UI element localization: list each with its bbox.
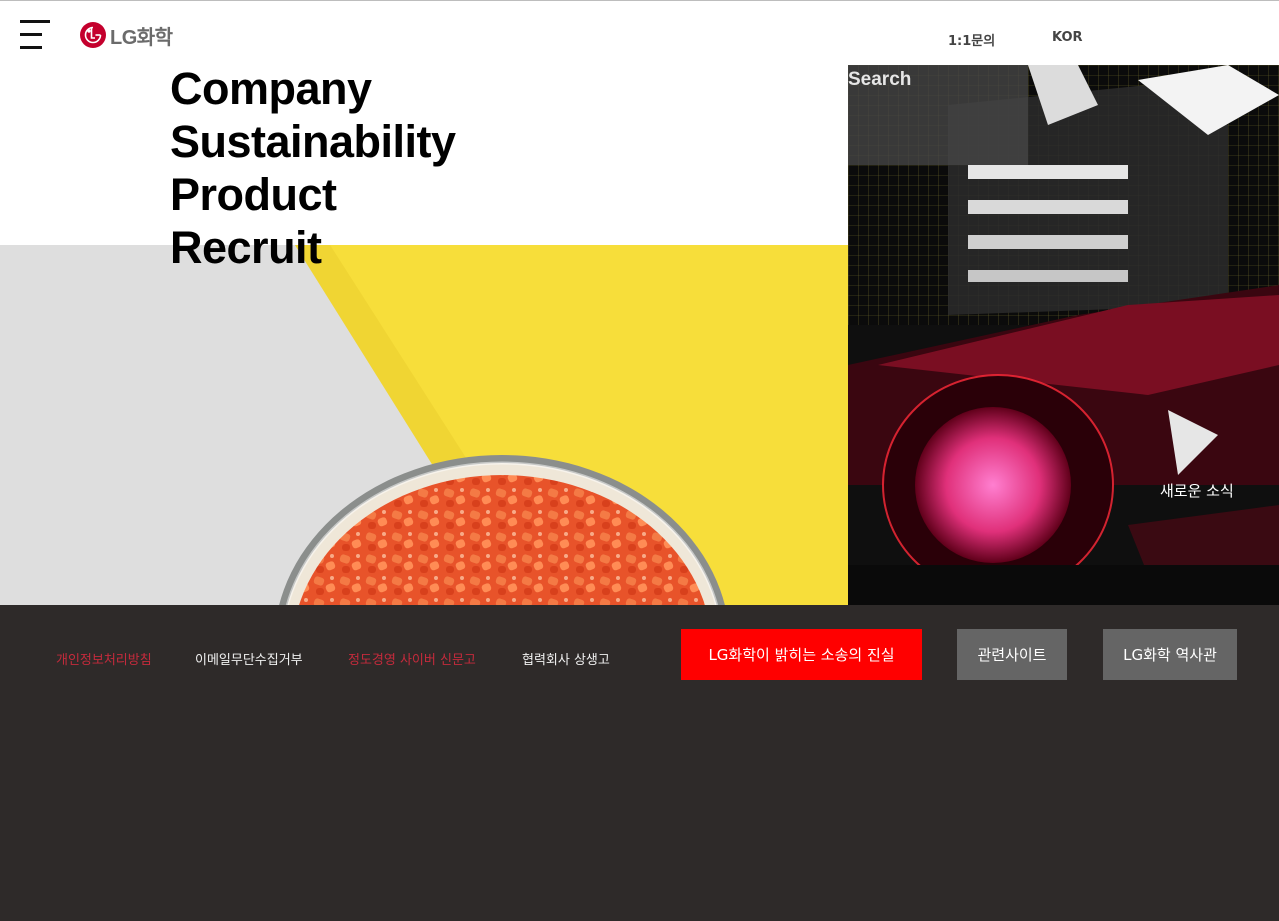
search-label: Search bbox=[848, 69, 912, 90]
hero-visual bbox=[0, 245, 848, 605]
partner-report-link[interactable]: 협력회사 상생고 bbox=[522, 649, 610, 668]
site-header: LG화학 1:1문의 KOR bbox=[0, 1, 1279, 65]
lg-chem-logo[interactable]: LG화학 bbox=[80, 21, 173, 49]
nav-sustainability[interactable]: Sustainability bbox=[170, 115, 456, 168]
site-footer: 개인정보처리방침 이메일무단수집거부 정도경영 사이버 신문고 협력회사 상생고… bbox=[0, 605, 1279, 921]
history-museum-button[interactable]: LG화학 역사관 bbox=[1103, 629, 1237, 680]
news-link[interactable]: 새로운 소식 bbox=[1160, 480, 1234, 501]
inquiry-link[interactable]: 1:1문의 bbox=[948, 30, 995, 49]
hamburger-line bbox=[20, 46, 42, 49]
language-selector[interactable]: KOR bbox=[1052, 30, 1083, 45]
hamburger-line bbox=[20, 33, 42, 36]
lawsuit-truth-button[interactable]: LG화학이 밝히는 소송의 진실 bbox=[681, 629, 922, 680]
nav-product[interactable]: Product bbox=[170, 168, 456, 221]
ethics-report-link[interactable]: 정도경영 사이버 신문고 bbox=[348, 649, 476, 668]
privacy-policy-link[interactable]: 개인정보처리방침 bbox=[56, 649, 152, 668]
page: LG화학 1:1문의 KOR Company Sustainability Pr… bbox=[0, 0, 1279, 921]
email-refusal-link[interactable]: 이메일무단수집거부 bbox=[195, 649, 303, 668]
logo-text: LG화학 bbox=[110, 26, 173, 49]
pellet-bowl-image bbox=[0, 245, 848, 605]
search-button[interactable]: Search bbox=[848, 65, 1028, 165]
hamburger-menu-icon[interactable] bbox=[20, 20, 50, 50]
lg-logo-mark-icon bbox=[80, 22, 106, 48]
nav-recruit[interactable]: Recruit bbox=[170, 221, 456, 274]
hamburger-line bbox=[20, 20, 50, 23]
main-navigation: Company Sustainability Product Recruit bbox=[170, 62, 456, 274]
related-sites-button[interactable]: 관련사이트 bbox=[957, 629, 1067, 680]
nav-company[interactable]: Company bbox=[170, 62, 456, 115]
